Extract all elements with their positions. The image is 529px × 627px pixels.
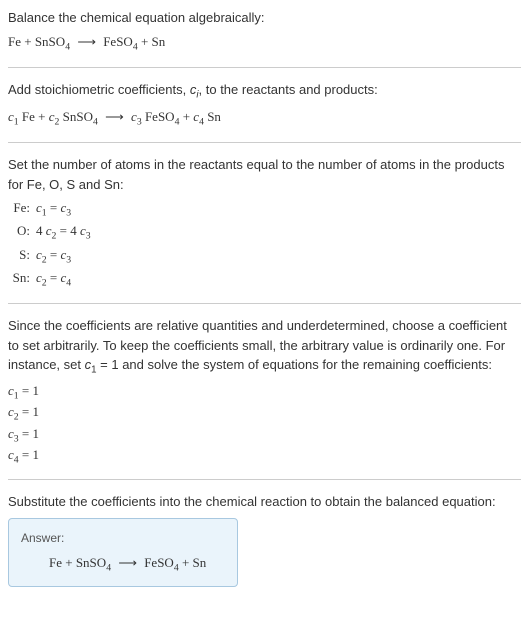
equation-with-coefficients: c1 Fe + c2 SnSO4 ⟶ c3 FeSO4 + c4 Sn [8,107,521,130]
eq-rhs: FeSO4 + Sn [103,34,165,49]
atom-row: Sn: c2 = c4 [8,268,521,291]
atom-row: Fe: c1 = c3 [8,198,521,221]
atom-row: S: c2 = c3 [8,245,521,268]
section-text: Since the coefficients are relative quan… [8,316,521,378]
atom-label: Sn: [8,268,36,291]
answer-label: Answer: [21,529,225,547]
atom-equation: c2 = c3 [36,245,71,268]
balanced-equation: Fe + SnSO4 ⟶ FeSO4 + Sn [21,553,225,576]
coef-row: c1 = 1 [8,382,521,403]
atom-row: O: 4 c2 = 4 c3 [8,221,521,244]
atom-equation-table: Fe: c1 = c3 O: 4 c2 = 4 c3 S: c2 = c3 Sn… [8,198,521,291]
section-atom-equations: Set the number of atoms in the reactants… [8,155,521,304]
coef-row: c2 = 1 [8,403,521,424]
coef-row: c4 = 1 [8,446,521,467]
atom-equation: c1 = c3 [36,198,71,221]
section-title: Add stoichiometric coefficients, ci, to … [8,80,521,103]
arrow-icon: ⟶ [77,34,96,49]
atom-label: Fe: [8,198,36,221]
section-add-coefficients: Add stoichiometric coefficients, ci, to … [8,80,521,143]
section-title: Set the number of atoms in the reactants… [8,155,521,194]
coef-row: c3 = 1 [8,425,521,446]
equation-unbalanced: Fe + SnSO4 ⟶ FeSO4 + Sn [8,32,521,55]
section-title: Balance the chemical equation algebraica… [8,8,521,28]
arrow-icon: ⟶ [118,555,137,570]
section-solve: Since the coefficients are relative quan… [8,316,521,480]
atom-equation: c2 = c4 [36,268,71,291]
eq-lhs: Fe + SnSO4 [8,34,70,49]
section-title: Substitute the coefficients into the che… [8,492,521,512]
coefficient-list: c1 = 1 c2 = 1 c3 = 1 c4 = 1 [8,382,521,467]
section-balance-intro: Balance the chemical equation algebraica… [8,8,521,68]
answer-box: Answer: Fe + SnSO4 ⟶ FeSO4 + Sn [8,518,238,587]
atom-equation: 4 c2 = 4 c3 [36,221,91,244]
atom-label: O: [8,221,36,244]
section-answer: Substitute the coefficients into the che… [8,492,521,587]
arrow-icon: ⟶ [105,109,124,124]
atom-label: S: [8,245,36,268]
